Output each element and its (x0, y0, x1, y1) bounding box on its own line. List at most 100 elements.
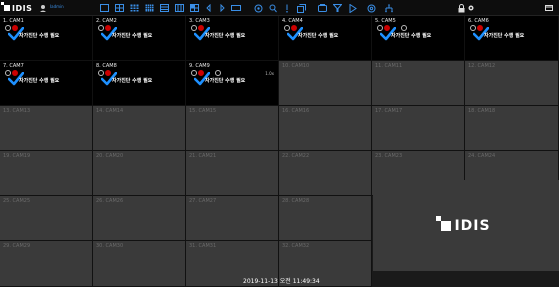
camera-title: 18. CAM18 (468, 108, 496, 114)
camera-cell[interactable]: 3. CAM3 자가진단 수행 필요 (186, 16, 279, 61)
camera-cell[interactable]: 21. CAM21 (186, 151, 279, 196)
camera-cell[interactable]: 5. CAM5 자가진단 수행 필요 (372, 16, 465, 61)
camera-title: 11. CAM11 (375, 63, 403, 69)
settings-icon[interactable] (367, 3, 376, 13)
camera-cell[interactable]: 2. CAM2 자가진단 수행 필요 (93, 16, 186, 61)
camera-cell[interactable]: 22. CAM22 (279, 151, 372, 196)
sequence-icon[interactable] (231, 3, 241, 13)
idis-watermark-logo: IDIS (436, 215, 491, 234)
self-diagnosis-warning: 자가진단 수행 필요 (205, 78, 246, 84)
camera-cell[interactable]: 10. CAM10 (279, 61, 372, 106)
camera-cell[interactable]: 4. CAM4 자가진단 수행 필요 (279, 16, 372, 61)
camera-cell[interactable]: 1. CAM1 자가진단 수행 필요 (0, 16, 93, 61)
split-2x2-icon[interactable] (115, 3, 124, 13)
camera-title: 25. CAM25 (3, 198, 31, 204)
camera-title: 7. CAM7 (3, 63, 24, 69)
playback-speed: 1.0x (265, 71, 274, 76)
camera-title: 26. CAM26 (96, 198, 124, 204)
camera-cell[interactable]: 16. CAM16 (279, 106, 372, 151)
camera-title: 12. CAM12 (468, 63, 496, 69)
audio-status-icon (215, 70, 221, 76)
camera-title: 6. CAM6 (468, 18, 489, 24)
camera-cell[interactable]: 6. CAM6 자가진단 수행 필요 (465, 16, 559, 61)
split-1x1-icon[interactable] (100, 3, 109, 13)
camera-cell[interactable]: 26. CAM26 (93, 196, 186, 241)
camera-title: 29. CAM29 (3, 243, 31, 249)
camera-title: 1. CAM1 (3, 18, 24, 24)
camera-title: 10. CAM10 (282, 63, 310, 69)
camera-title: 9. CAM9 (189, 63, 210, 69)
camera-cell[interactable]: 11. CAM11 (372, 61, 465, 106)
camera-cell[interactable]: 8. CAM8 자가진단 수행 필요 (93, 61, 186, 106)
camera-cell[interactable]: 18. CAM18 (465, 106, 559, 151)
camera-title: 16. CAM16 (282, 108, 310, 114)
self-diagnosis-warning: 자가진단 수행 필요 (19, 78, 60, 84)
camera-cell[interactable]: 17. CAM17 (372, 106, 465, 151)
camera-title: 21. CAM21 (189, 153, 217, 159)
layout-icon[interactable] (318, 3, 327, 13)
prev-page-icon[interactable] (205, 3, 213, 13)
logo-panel: IDIS (373, 180, 559, 271)
camera-cell[interactable]: 30. CAM30 (93, 241, 186, 287)
alarm-icon[interactable] (284, 3, 290, 13)
camera-cell[interactable]: 12. CAM12 (465, 61, 559, 106)
camera-title: 24. CAM24 (468, 153, 496, 159)
self-diagnosis-warning: 자가진단 수행 필요 (298, 33, 339, 39)
search-icon[interactable] (269, 3, 277, 13)
camera-title: 2. CAM2 (96, 18, 117, 24)
split-4x4-icon[interactable] (145, 3, 154, 13)
idis-logo: IDIS (1, 2, 33, 14)
camera-title: 22. CAM22 (282, 153, 310, 159)
copy-icon[interactable] (297, 3, 306, 13)
logo-text: IDIS (12, 3, 33, 13)
camera-cell[interactable]: 15. CAM15 (186, 106, 279, 151)
timestamp: 2019-11-13 오전 11:49:34 (243, 278, 320, 285)
camera-cell[interactable]: 28. CAM28 (279, 196, 372, 241)
toolbar: IDIS Iadmin (0, 0, 559, 16)
lock-icon[interactable] (458, 3, 465, 13)
gear-icon[interactable] (467, 3, 475, 13)
camera-title: 28. CAM28 (282, 198, 310, 204)
self-diagnosis-warning: 자가진단 수행 필요 (112, 33, 153, 39)
minimize-icon[interactable] (545, 3, 553, 13)
logo-mark-icon (1, 2, 10, 11)
next-page-icon[interactable] (218, 3, 226, 13)
camera-cell[interactable]: 13. CAM13 (0, 106, 93, 151)
network-icon[interactable] (384, 3, 394, 13)
camera-title: 14. CAM14 (96, 108, 124, 114)
split-5x5-icon[interactable] (160, 3, 169, 13)
camera-cell[interactable]: 20. CAM20 (93, 151, 186, 196)
camera-icon[interactable] (254, 3, 263, 13)
camera-title: 4. CAM4 (282, 18, 303, 24)
camera-title: 23. CAM23 (375, 153, 403, 159)
split-6x6-icon[interactable] (175, 3, 184, 13)
camera-title: 30. CAM30 (96, 243, 124, 249)
camera-title: 5. CAM5 (375, 18, 396, 24)
camera-title: 31. CAM31 (189, 243, 217, 249)
split-custom-icon[interactable] (190, 3, 199, 13)
self-diagnosis-warning: 자가진단 수행 필요 (391, 33, 432, 39)
camera-title: 19. CAM19 (3, 153, 31, 159)
audio-status-icon (401, 25, 407, 31)
user-label[interactable]: Iadmin (50, 4, 64, 9)
self-diagnosis-warning: 자가진단 수행 필요 (484, 33, 525, 39)
camera-cell[interactable]: 9. CAM9 자가진단 수행 필요 1.0x (186, 61, 279, 106)
camera-cell[interactable]: 19. CAM19 (0, 151, 93, 196)
camera-title: 32. CAM32 (282, 243, 310, 249)
camera-title: 27. CAM27 (189, 198, 217, 204)
camera-cell[interactable]: 29. CAM29 (0, 241, 93, 287)
filter-icon[interactable] (333, 3, 342, 13)
logo-panel-text: IDIS (454, 217, 491, 234)
self-diagnosis-warning: 자가진단 수행 필요 (205, 33, 246, 39)
user-icon[interactable] (39, 3, 47, 13)
camera-title: 15. CAM15 (189, 108, 217, 114)
camera-title: 20. CAM20 (96, 153, 124, 159)
self-diagnosis-warning: 자가진단 수행 필요 (19, 33, 60, 39)
camera-title: 13. CAM13 (3, 108, 31, 114)
camera-cell[interactable]: 14. CAM14 (93, 106, 186, 151)
camera-cell[interactable]: 7. CAM7 자가진단 수행 필요 (0, 61, 93, 106)
split-3x3-icon[interactable] (130, 3, 139, 13)
camera-cell[interactable]: 25. CAM25 (0, 196, 93, 241)
camera-cell[interactable]: 27. CAM27 (186, 196, 279, 241)
play-icon[interactable] (349, 3, 357, 13)
